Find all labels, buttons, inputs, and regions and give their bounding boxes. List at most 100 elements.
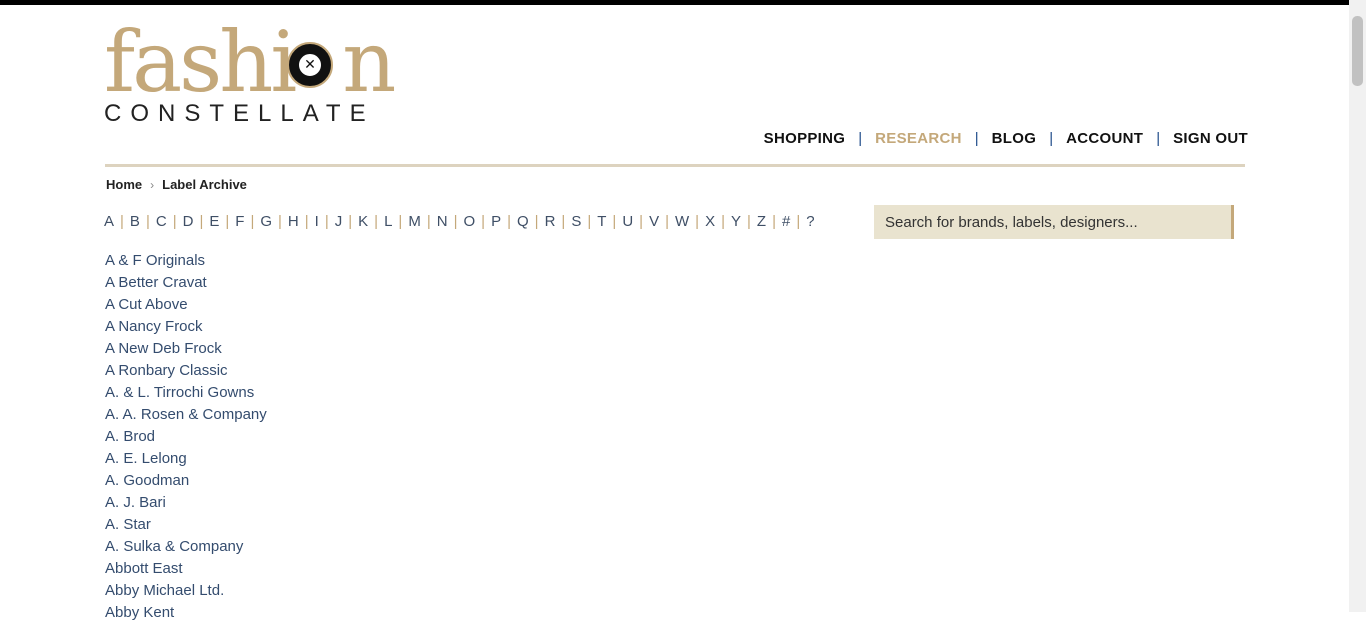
alpha-letter[interactable]: P: [491, 213, 501, 230]
alpha-letter[interactable]: K: [358, 213, 368, 230]
alphabet-index: A | B | C | D | E | F | G | H | I | J | K | L | M | N | O | P | Q | R | S | T |…: [104, 213, 815, 230]
list-item: A. Brod: [105, 428, 267, 450]
alpha-separator: |: [278, 213, 282, 230]
alpha-separator: |: [721, 213, 725, 230]
alpha-letter[interactable]: H: [288, 213, 299, 230]
nav-research[interactable]: RESEARCH: [875, 130, 962, 147]
alpha-separator: |: [507, 213, 511, 230]
label-link[interactable]: A. A. Rosen & Company: [105, 406, 267, 423]
nav-separator: |: [974, 130, 979, 147]
alpha-letter[interactable]: L: [384, 213, 392, 230]
alpha-separator: |: [453, 213, 458, 230]
label-link[interactable]: Abbott East: [105, 560, 183, 577]
alpha-letter[interactable]: B: [130, 213, 140, 230]
label-link[interactable]: Abby Kent: [105, 604, 174, 621]
alpha-letter[interactable]: F: [235, 213, 244, 230]
label-link[interactable]: A. E. Lelong: [105, 450, 187, 467]
search-input[interactable]: [874, 205, 1234, 239]
nav-separator: |: [858, 130, 863, 147]
label-link[interactable]: A Better Cravat: [105, 274, 207, 291]
label-link[interactable]: A. J. Bari: [105, 494, 166, 511]
alpha-letter[interactable]: J: [335, 213, 343, 230]
alpha-letter[interactable]: N: [437, 213, 448, 230]
list-item: A. Star: [105, 516, 267, 538]
alpha-letter[interactable]: M: [408, 213, 421, 230]
alpha-letter[interactable]: ?: [806, 213, 814, 230]
label-link[interactable]: A & F Originals: [105, 252, 205, 269]
alpha-letter[interactable]: G: [260, 213, 272, 230]
alpha-separator: |: [772, 213, 776, 230]
label-link[interactable]: A. Sulka & Company: [105, 538, 243, 555]
alpha-letter[interactable]: C: [156, 213, 167, 230]
nav-blog[interactable]: BLOG: [992, 130, 1037, 147]
alpha-letter[interactable]: Y: [731, 213, 741, 230]
alpha-separator: |: [324, 213, 329, 230]
nav-separator: |: [1156, 130, 1161, 147]
label-link[interactable]: A. Star: [105, 516, 151, 533]
nav-account[interactable]: ACCOUNT: [1066, 130, 1143, 147]
alpha-separator: |: [695, 213, 700, 230]
alpha-separator: |: [747, 213, 751, 230]
alpha-separator: |: [398, 213, 403, 230]
alpha-separator: |: [665, 213, 669, 230]
alpha-separator: |: [612, 213, 617, 230]
alpha-letter[interactable]: #: [782, 213, 790, 230]
list-item: A Better Cravat: [105, 274, 267, 296]
alpha-separator: |: [481, 213, 486, 230]
alpha-letter[interactable]: I: [315, 213, 319, 230]
label-link[interactable]: A. & L. Tirrochi Gowns: [105, 384, 254, 401]
main-nav: SHOPPING | RESEARCH | BLOG | ACCOUNT | S…: [764, 130, 1248, 147]
list-item: A & F Originals: [105, 252, 267, 274]
alpha-separator: |: [250, 213, 255, 230]
alpha-separator: |: [534, 213, 539, 230]
label-link[interactable]: A. Goodman: [105, 472, 189, 489]
scrollbar[interactable]: [1349, 0, 1366, 612]
list-item: A. A. Rosen & Company: [105, 406, 267, 428]
label-link[interactable]: A Ronbary Classic: [105, 362, 228, 379]
nav-separator: |: [1049, 130, 1054, 147]
label-link[interactable]: Abby Michael Ltd.: [105, 582, 224, 599]
breadcrumb-current: Label Archive: [162, 177, 247, 192]
alpha-separator: |: [172, 213, 177, 230]
alpha-separator: |: [304, 213, 309, 230]
alpha-letter[interactable]: R: [545, 213, 556, 230]
site-logo[interactable]: fashin CONSTELLATE: [104, 12, 396, 132]
nav-sign-out[interactable]: SIGN OUT: [1173, 130, 1248, 147]
label-link[interactable]: A. Brod: [105, 428, 155, 445]
logo-subtitle: CONSTELLATE: [104, 100, 375, 127]
alpha-letter[interactable]: Z: [757, 213, 766, 230]
alpha-letter[interactable]: W: [675, 213, 689, 230]
alpha-letter[interactable]: U: [622, 213, 633, 230]
alpha-separator: |: [225, 213, 230, 230]
alpha-separator: |: [561, 213, 566, 230]
alpha-letter[interactable]: A: [104, 213, 114, 230]
list-item: Abbott East: [105, 560, 267, 582]
alpha-letter[interactable]: D: [183, 213, 194, 230]
header-divider: [105, 164, 1245, 167]
alpha-separator: |: [120, 213, 124, 230]
alpha-separator: |: [426, 213, 431, 230]
list-item: A New Deb Frock: [105, 340, 267, 362]
nav-shopping[interactable]: SHOPPING: [764, 130, 846, 147]
alpha-separator: |: [587, 213, 592, 230]
label-link[interactable]: A Nancy Frock: [105, 318, 203, 335]
alpha-letter[interactable]: S: [571, 213, 581, 230]
chevron-right-icon: ›: [150, 177, 155, 192]
alpha-letter[interactable]: V: [649, 213, 659, 230]
list-item: A Nancy Frock: [105, 318, 267, 340]
label-list: A & F Originals A Better Cravat A Cut Abov…: [105, 252, 267, 626]
alpha-letter[interactable]: E: [209, 213, 219, 230]
alpha-letter[interactable]: X: [705, 213, 715, 230]
alpha-separator: |: [145, 213, 150, 230]
top-bar: [0, 0, 1366, 5]
breadcrumb-home[interactable]: Home: [106, 177, 142, 192]
logo-wordmark: fashi n: [104, 13, 396, 111]
label-link[interactable]: A Cut Above: [105, 296, 188, 313]
list-item: A Cut Above: [105, 296, 267, 318]
list-item: Abby Kent: [105, 604, 267, 626]
alpha-letter[interactable]: O: [463, 213, 475, 230]
label-link[interactable]: A New Deb Frock: [105, 340, 222, 357]
alpha-letter[interactable]: T: [597, 213, 606, 230]
alpha-letter[interactable]: Q: [517, 213, 529, 230]
scrollbar-thumb[interactable]: [1352, 16, 1363, 86]
